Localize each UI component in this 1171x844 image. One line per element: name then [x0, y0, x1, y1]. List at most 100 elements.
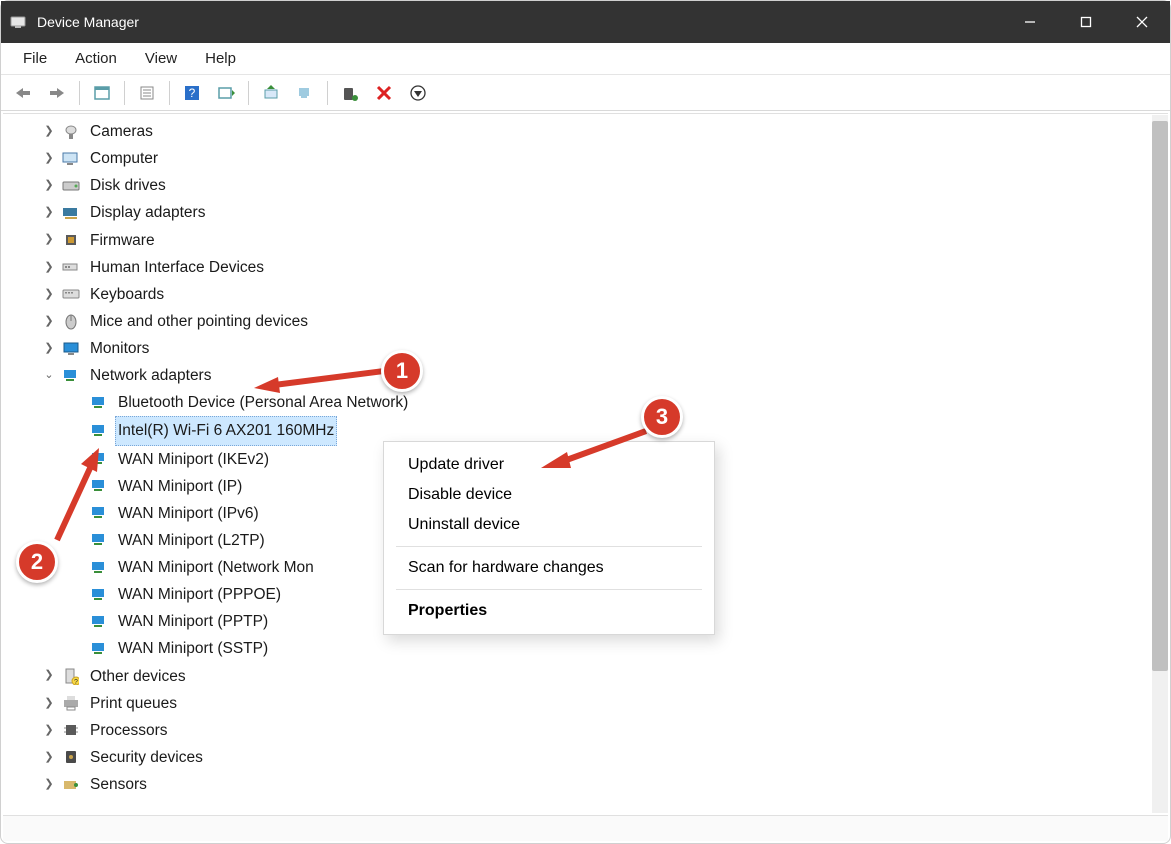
chevron-right-icon[interactable]: ❯	[41, 230, 57, 249]
disable-device-button[interactable]	[368, 79, 400, 107]
tree-node-display-adapters[interactable]: ❯ Display adapters	[41, 199, 1168, 226]
scrollbar-thumb[interactable]	[1152, 121, 1168, 671]
chevron-right-icon[interactable]: ❯	[41, 666, 57, 685]
chevron-down-icon[interactable]: ⌄	[41, 366, 57, 385]
toolbar-separator	[327, 81, 328, 105]
chevron-right-icon[interactable]: ❯	[41, 176, 57, 195]
menu-help[interactable]: Help	[191, 46, 250, 71]
vertical-scrollbar[interactable]	[1152, 115, 1168, 813]
context-separator	[396, 589, 702, 590]
tree-label: Monitors	[87, 335, 152, 362]
network-adapter-icon	[89, 421, 109, 441]
other-devices-icon: ?	[61, 666, 81, 686]
chevron-right-icon[interactable]: ❯	[41, 122, 57, 141]
tree-node-monitors[interactable]: ❯ Monitors	[41, 335, 1168, 362]
chevron-right-icon[interactable]: ❯	[41, 149, 57, 168]
tree-node-computer[interactable]: ❯ Computer	[41, 145, 1168, 172]
tree-label: Security devices	[87, 744, 206, 771]
tree-label: Disk drives	[87, 172, 169, 199]
annotation-badge-1: 1	[381, 350, 423, 392]
tree-label: WAN Miniport (IKEv2)	[115, 446, 272, 473]
menu-view[interactable]: View	[131, 46, 191, 71]
network-adapter-icon	[89, 558, 109, 578]
titlebar: Device Manager	[1, 1, 1170, 43]
annotation-arrow-1	[254, 363, 389, 393]
tree-label: Sensors	[87, 771, 150, 798]
tree-node-print-queues[interactable]: ❯ Print queues	[41, 690, 1168, 717]
tree-label: Network adapters	[87, 362, 214, 389]
forward-button[interactable]	[41, 79, 73, 107]
tree-node-processors[interactable]: ❯ Processors	[41, 717, 1168, 744]
back-button[interactable]	[7, 79, 39, 107]
tree-node-cameras[interactable]: ❯ Cameras	[41, 118, 1168, 145]
tree-node-mice[interactable]: ❯ Mice and other pointing devices	[41, 308, 1168, 335]
network-adapter-icon	[61, 366, 81, 386]
tree-node-bluetooth-pan[interactable]: · Bluetooth Device (Personal Area Networ…	[69, 389, 1168, 416]
show-hidden-button[interactable]	[86, 79, 118, 107]
tree-label: Bluetooth Device (Personal Area Network)	[115, 389, 411, 416]
display-adapter-icon	[61, 203, 81, 223]
chevron-right-icon[interactable]: ❯	[41, 775, 57, 794]
sensor-icon	[61, 775, 81, 795]
chevron-right-icon[interactable]: ❯	[41, 285, 57, 304]
menu-action[interactable]: Action	[61, 46, 131, 71]
tree-node-sensors[interactable]: ❯ Sensors	[41, 771, 1168, 798]
network-adapter-icon	[89, 393, 109, 413]
enable-device-button[interactable]	[334, 79, 366, 107]
tree-node-security-devices[interactable]: ❯ Security devices	[41, 744, 1168, 771]
tree-node-keyboards[interactable]: ❯ Keyboards	[41, 281, 1168, 308]
tree-label-selected: Intel(R) Wi-Fi 6 AX201 160MHz	[115, 416, 337, 445]
tree-node-network-adapters[interactable]: ⌄ Network adapters	[41, 362, 1168, 389]
security-icon	[61, 747, 81, 767]
chevron-right-icon[interactable]: ❯	[41, 203, 57, 222]
context-separator	[396, 546, 702, 547]
tree-label: WAN Miniport (Network Mon	[115, 554, 317, 581]
status-bar	[3, 815, 1168, 841]
help-button[interactable]: ?	[176, 79, 208, 107]
toolbar-separator	[248, 81, 249, 105]
chevron-right-icon[interactable]: ❯	[41, 721, 57, 740]
chevron-right-icon[interactable]: ❯	[41, 339, 57, 358]
tree-node-firmware[interactable]: ❯ Firmware	[41, 227, 1168, 254]
scan-hardware-button[interactable]	[210, 79, 242, 107]
keyboard-icon	[61, 284, 81, 304]
update-driver-button[interactable]	[255, 79, 287, 107]
tree-label: WAN Miniport (L2TP)	[115, 527, 268, 554]
annotation-badge-3: 3	[641, 396, 683, 438]
chevron-right-icon[interactable]: ❯	[41, 748, 57, 767]
annotation-badge-2: 2	[16, 541, 58, 583]
chevron-right-icon[interactable]: ❯	[41, 258, 57, 277]
chevron-right-icon[interactable]: ❯	[41, 312, 57, 331]
maximize-button[interactable]	[1058, 1, 1114, 43]
menu-file[interactable]: File	[9, 46, 61, 71]
minimize-button[interactable]	[1002, 1, 1058, 43]
tree-label: Display adapters	[87, 199, 208, 226]
tree-label: Mice and other pointing devices	[87, 308, 311, 335]
processor-icon	[61, 720, 81, 740]
close-button[interactable]	[1114, 1, 1170, 43]
annotation-arrow-3	[541, 426, 651, 471]
context-properties[interactable]: Properties	[384, 596, 714, 626]
menubar: File Action View Help	[1, 43, 1170, 75]
chevron-right-icon[interactable]: ❯	[41, 694, 57, 713]
camera-icon	[61, 122, 81, 142]
down-arrow-button[interactable]	[402, 79, 434, 107]
tree-node-hid[interactable]: ❯ Human Interface Devices	[41, 254, 1168, 281]
firmware-icon	[61, 230, 81, 250]
context-disable-device[interactable]: Disable device	[384, 480, 714, 510]
tree-label: Other devices	[87, 663, 189, 690]
uninstall-device-button[interactable]	[289, 79, 321, 107]
properties-button[interactable]	[131, 79, 163, 107]
network-adapter-icon	[89, 639, 109, 659]
tree-node-other-devices[interactable]: ❯ ? Other devices	[41, 663, 1168, 690]
tree-node-disk-drives[interactable]: ❯ Disk drives	[41, 172, 1168, 199]
tree-label: Computer	[87, 145, 161, 172]
toolbar: ?	[1, 75, 1170, 111]
mouse-icon	[61, 311, 81, 331]
tree-node-wan-sstp[interactable]: · WAN Miniport (SSTP)	[69, 635, 1168, 662]
context-uninstall-device[interactable]: Uninstall device	[384, 510, 714, 540]
svg-text:?: ?	[74, 679, 78, 685]
context-scan-hardware[interactable]: Scan for hardware changes	[384, 553, 714, 583]
tree-label: WAN Miniport (IP)	[115, 473, 245, 500]
toolbar-separator	[169, 81, 170, 105]
